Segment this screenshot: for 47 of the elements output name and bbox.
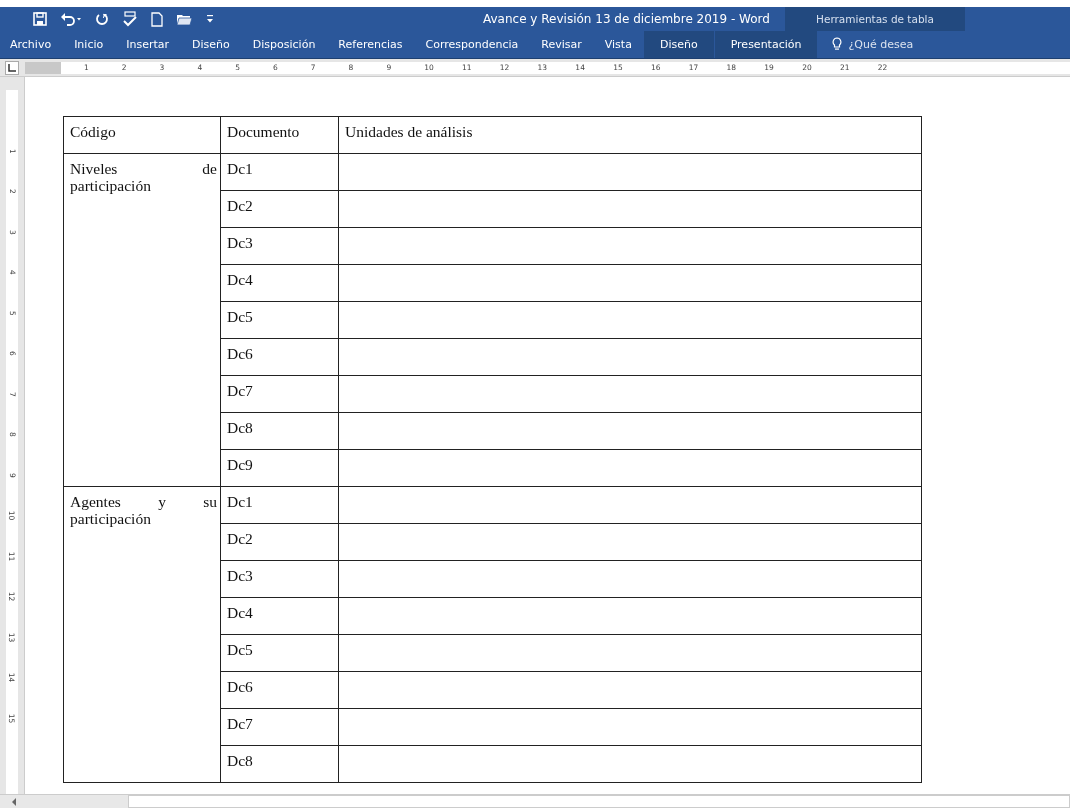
table-cell: Agentes y su participación [63, 486, 221, 783]
table-cell: Dc2 [220, 523, 339, 561]
context-title: Herramientas de tabla [785, 7, 965, 31]
new-document-icon[interactable] [151, 11, 163, 27]
table-cell: Dc4 [220, 264, 339, 302]
save-icon[interactable] [33, 12, 47, 26]
table-cell: Dc1 [220, 486, 339, 524]
horizontal-scrollbar[interactable] [0, 794, 1070, 808]
table-cell: Dc3 [220, 227, 339, 265]
table-header-cell: Código [63, 116, 221, 154]
ribbon-tab[interactable]: Diseño [643, 31, 714, 58]
ribbon-tab[interactable]: Diseño [181, 31, 241, 58]
table-cell: Dc6 [220, 338, 339, 376]
ribbon-tab[interactable]: Vista [593, 31, 643, 58]
table-cell: Dc7 [220, 708, 339, 746]
table-cell: Dc5 [220, 634, 339, 672]
ribbon-tab[interactable]: Correspondencia [414, 31, 530, 58]
ribbon-tab[interactable]: Archivo [0, 31, 63, 58]
undo-icon[interactable] [60, 12, 82, 26]
customize-caret-icon[interactable] [206, 14, 214, 24]
ribbon-tab[interactable]: Presentación [714, 31, 818, 58]
table-cell: Dc1 [220, 153, 339, 191]
ribbon-tab[interactable]: Inicio [63, 31, 115, 58]
ribbon-tab[interactable]: Disposición [241, 31, 327, 58]
table-cell: Dc4 [220, 597, 339, 635]
table-cell: Dc8 [220, 412, 339, 450]
scroll-left-icon[interactable] [10, 796, 18, 807]
table-header-cell: Documento [220, 116, 339, 154]
ribbon-tab[interactable]: Referencias [327, 31, 414, 58]
table-cell: Dc2 [220, 190, 339, 228]
table-header-cell: Unidades de análisis [338, 116, 922, 154]
window-title: Avance y Revisión 13 de diciembre 2019 - Word [483, 12, 770, 26]
ribbon-tab[interactable]: Revisar [530, 31, 593, 58]
tab-selector-icon[interactable] [5, 60, 19, 75]
spelling-check-icon[interactable] [122, 11, 138, 27]
table-cell: Dc9 [220, 449, 339, 487]
redo-icon[interactable] [95, 12, 109, 26]
folder-icon[interactable] [176, 12, 193, 26]
table-cell: Dc8 [220, 745, 339, 783]
table-cell: Dc3 [220, 560, 339, 598]
table-cell: Dc7 [220, 375, 339, 413]
tell-me-field[interactable]: ¿Qué desea [848, 38, 919, 51]
table-cell: Niveles de participación [63, 153, 221, 487]
table-cell: Dc5 [220, 301, 339, 339]
ribbon-tab[interactable]: Insertar [115, 31, 181, 58]
table-cell: Dc6 [220, 671, 339, 709]
lightbulb-icon [832, 37, 843, 52]
